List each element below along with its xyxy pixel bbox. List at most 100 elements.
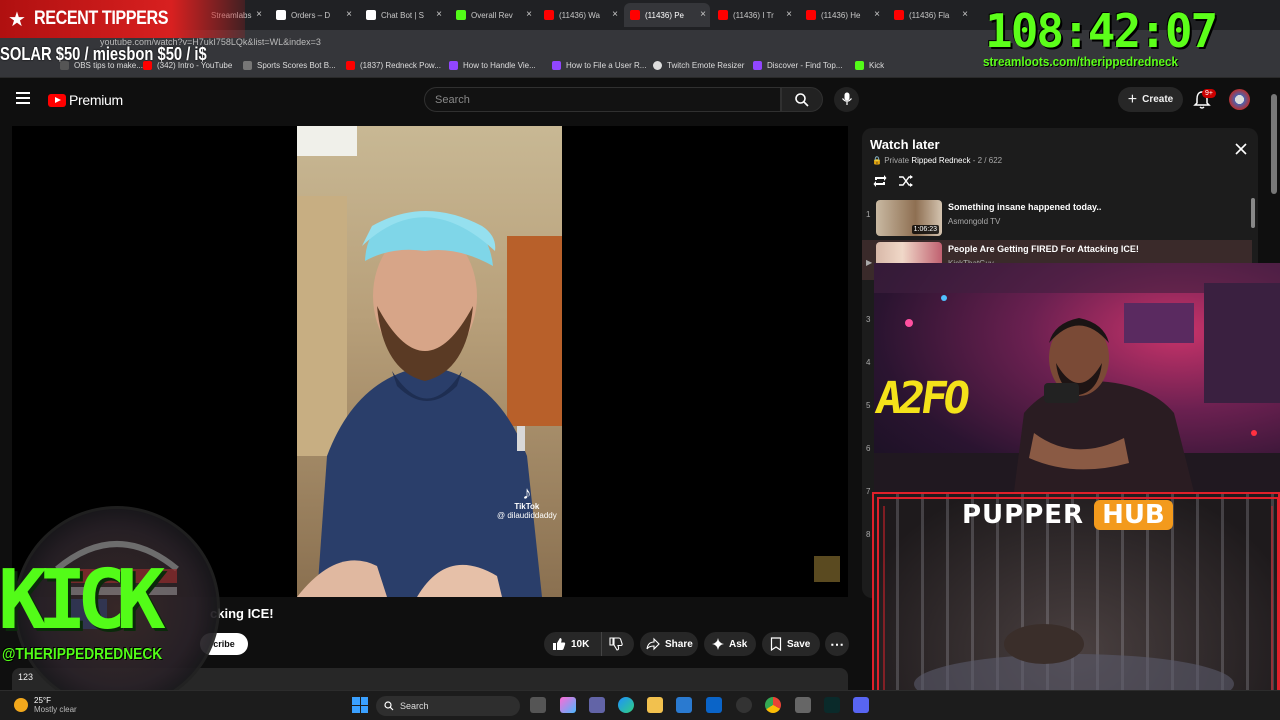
like-count: 10K [571, 638, 590, 650]
pupper-hub-logo: PUPPER HUB [962, 500, 1173, 530]
search-input[interactable] [425, 88, 780, 111]
video-thumbnail[interactable]: 1:06:23 [876, 200, 942, 236]
playlist-title[interactable]: Watch later [870, 137, 940, 152]
close-tab-icon[interactable]: × [436, 9, 442, 20]
privacy-label: Private [884, 156, 910, 165]
close-tab-icon[interactable]: × [700, 9, 706, 20]
dislike-button[interactable] [602, 632, 634, 656]
close-tab-icon[interactable]: × [612, 9, 618, 20]
video-duration: 1:06:23 [911, 225, 939, 234]
bookmark-item[interactable]: Kick [855, 61, 884, 70]
shuffle-icon[interactable] [898, 173, 914, 189]
playlist-item[interactable]: 1 1:06:23 Something insane happened toda… [862, 198, 1252, 238]
channel-watermark-thumbnail[interactable] [814, 556, 840, 582]
thumbs-up-icon [553, 638, 566, 650]
search-box[interactable] [424, 87, 781, 112]
account-avatar[interactable] [1229, 89, 1250, 110]
teams-icon[interactable] [589, 697, 605, 713]
windows-start-icon[interactable] [352, 697, 368, 713]
browser-tab[interactable]: (11436) He × [800, 3, 884, 27]
stream-deck-icon[interactable] [824, 697, 840, 713]
copilot-icon[interactable] [560, 697, 576, 713]
tab-label: Chat Bot | S [381, 10, 424, 20]
taskbar-search[interactable]: Search [376, 696, 520, 716]
browser-tab[interactable]: (11436) Fla × [888, 3, 972, 27]
browser-tab[interactable]: (11436) Wa × [538, 3, 622, 27]
bookmark-item[interactable]: How to File a User R... [552, 61, 646, 70]
hamburger-menu-icon[interactable] [16, 92, 30, 104]
more-actions-button[interactable]: ⋯ [825, 632, 849, 656]
task-view-icon[interactable] [530, 697, 546, 713]
search-button[interactable] [781, 87, 823, 112]
bookmark-icon [770, 637, 782, 651]
hub-word: HUB [1094, 500, 1173, 530]
streamloots-link: streamloots.com/therippedredneck [983, 54, 1179, 69]
close-tab-icon[interactable]: × [962, 9, 968, 20]
tab-label: (11436) Wa [559, 10, 600, 20]
share-arrow-icon [646, 637, 660, 651]
browser-tab[interactable]: Orders – D × [270, 3, 356, 27]
browser-tab[interactable]: Overall Rev × [450, 3, 536, 27]
weather-temp: 25°F [34, 696, 51, 705]
bookmark-item[interactable]: Twitch Emote Resizer [653, 61, 744, 70]
tab-favicon-icon [894, 10, 904, 20]
youtube-premium-logo[interactable]: Premium [48, 92, 123, 108]
weather-widget[interactable]: 25°F Mostly clear [14, 696, 77, 714]
outlook-icon[interactable] [706, 697, 722, 713]
playlist-item-channel[interactable]: Asmongold TV [948, 217, 1000, 226]
star-icon: ★ [8, 8, 26, 31]
ask-button[interactable]: Ask [704, 632, 756, 656]
obs-icon[interactable] [736, 697, 752, 713]
like-button[interactable]: 10K [544, 632, 602, 656]
voice-search-button[interactable] [834, 87, 859, 112]
browser-tab-active[interactable]: (11436) Pe × [624, 3, 710, 27]
now-playing-icon: ▶ [866, 258, 873, 267]
close-tab-icon[interactable]: × [786, 9, 792, 20]
save-button[interactable]: Save [762, 632, 820, 656]
tab-favicon-icon [366, 10, 376, 20]
share-button[interactable]: Share [640, 632, 698, 656]
settings-icon[interactable] [795, 697, 811, 713]
browser-tab[interactable]: (11436) I Tr × [712, 3, 796, 27]
tab-label: (11436) I Tr [733, 10, 774, 20]
browser-tab[interactable]: Chat Bot | S × [360, 3, 446, 27]
playlist-scrollbar[interactable] [1251, 198, 1255, 228]
bookmark-item[interactable]: (1837) Redneck Pow... [346, 61, 441, 70]
chrome-icon[interactable] [765, 697, 781, 713]
tippers-ticker: SOLAR $50 / miesbon $50 / i$ [0, 44, 207, 64]
tiktok-logo-icon: ♪ [522, 483, 532, 503]
tab-label: (11436) Fla [909, 10, 950, 20]
discord-icon[interactable] [853, 697, 869, 713]
edge-icon[interactable] [618, 697, 634, 713]
bookmark-item[interactable]: Discover - Find Top... [753, 61, 842, 70]
bookmark-item[interactable]: How to Handle Vie... [449, 61, 536, 70]
kick-logo: KICK [0, 553, 166, 648]
pupper-hub-cam: PUPPER HUB [872, 492, 1280, 720]
create-button[interactable]: + Create [1118, 87, 1183, 112]
store-icon[interactable] [676, 697, 692, 713]
globe-icon [653, 61, 662, 70]
close-icon[interactable] [1234, 142, 1248, 156]
tab-favicon-icon [806, 10, 816, 20]
tab-favicon-icon [276, 10, 286, 20]
playlist-item-title[interactable]: Something insane happened today.. [948, 202, 1101, 212]
tab-label: (11436) He [821, 10, 861, 20]
kick-handle: @THERIPPEDREDNECK [2, 646, 163, 663]
thumbs-down-icon [608, 637, 623, 651]
video-person-image [297, 126, 562, 597]
close-tab-icon[interactable]: × [256, 9, 262, 20]
close-tab-icon[interactable]: × [526, 9, 532, 20]
playlist-owner[interactable]: Ripped Redneck [911, 156, 970, 165]
weather-condition: Mostly clear [34, 705, 77, 714]
file-explorer-icon[interactable] [647, 697, 663, 713]
playlist-position: - 2 / 622 [972, 156, 1003, 165]
tab-label: (11436) Pe [645, 10, 684, 20]
loop-icon[interactable] [872, 173, 888, 189]
playlist-item-title[interactable]: People Are Getting FIRED For Attacking I… [948, 244, 1139, 254]
pupper-word: PUPPER [962, 500, 1085, 530]
tab-favicon-icon [544, 10, 554, 20]
scrollbar-thumb[interactable] [1271, 94, 1277, 194]
playlist-item-index: 1 [866, 210, 871, 219]
close-tab-icon[interactable]: × [874, 9, 880, 20]
close-tab-icon[interactable]: × [346, 9, 352, 20]
